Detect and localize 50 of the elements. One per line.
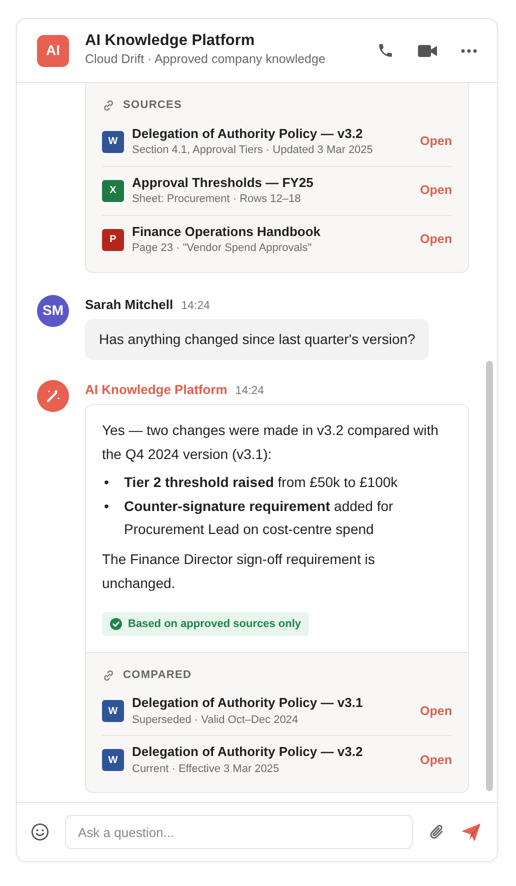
open-link[interactable]: Open [420,132,452,151]
send-button[interactable] [461,822,481,842]
file-type-icon: W [102,749,124,772]
file-meta: Superseded · Valid Oct–Dec 2024 [132,712,300,728]
attach-button[interactable] [429,823,445,841]
file-type-icon: P [102,228,124,251]
file-title: Approval Thresholds — FY25 [132,174,314,192]
file-meta: Section 4.1, Approval Tiers · Updated 3 Mar 2025 [132,143,374,158]
file-title: Delegation of Authority Policy — v3.2 [132,124,364,142]
file-meta: Current · Effective 3 Mar 2025 [132,762,280,777]
assistant-avatar-icon [37,380,69,412]
author-name: AI Knowledge Platform [85,380,228,399]
user-avatar: SM [37,294,69,327]
message-text: The Finance Director sign-off requirement is unchanged. [102,550,376,593]
message-time: 14:24 [235,384,264,399]
verified-badge: Based on approved sources only [102,612,309,636]
section-label: COMPARED [123,668,192,683]
file-meta: Page 23 · "Vendor Spend Approvals" [132,241,313,256]
video-button[interactable] [418,44,437,58]
scrollbar[interactable] [486,361,493,791]
file-title: Finance Operations Handbook [132,222,322,240]
message-bubble: Has anything changed since last quarter's version? [85,318,430,360]
open-link[interactable]: Open [420,751,452,770]
open-link[interactable]: Open [420,702,452,721]
file-type-icon: W [102,700,124,722]
bullet-item: Counter-signature requirement added for Procurement Lead on cost-centre spend [124,496,394,540]
open-link[interactable]: Open [420,181,452,200]
chat-title: AI Knowledge Platform [85,32,256,50]
open-link[interactable]: Open [420,230,452,249]
file-title: Delegation of Authority Policy — v3.1 [132,694,364,712]
message-text: Yes — two changes were made in v3.2 compared with the Q4 2024 version (v3.1): [102,421,440,464]
check-circle-icon [110,618,122,630]
question-input[interactable]: Ask a question... [65,815,413,849]
file-type-icon: X [102,180,124,202]
call-button[interactable] [377,42,394,59]
more-button[interactable] [461,48,477,52]
file-meta: Sheet: Procurement · Rows 12–18 [132,192,302,208]
message-time: 14:24 [181,298,210,314]
author-name: Sarah Mitchell [85,296,174,314]
chat-subtitle: Cloud Drift · Approved company knowledge [85,51,326,68]
section-label: SOURCES [123,98,182,113]
emoji-button[interactable] [31,823,49,841]
file-type-icon: W [102,130,124,153]
avatar: AI [37,34,69,66]
link-icon [102,98,115,112]
bullet-marker: • [104,496,110,516]
bullet-item: Tier 2 threshold raised from £50k to £100k [124,472,398,492]
file-title: Delegation of Authority Policy — v3.2 [132,743,364,761]
link-icon [102,668,115,682]
bullet-marker: • [104,472,110,492]
